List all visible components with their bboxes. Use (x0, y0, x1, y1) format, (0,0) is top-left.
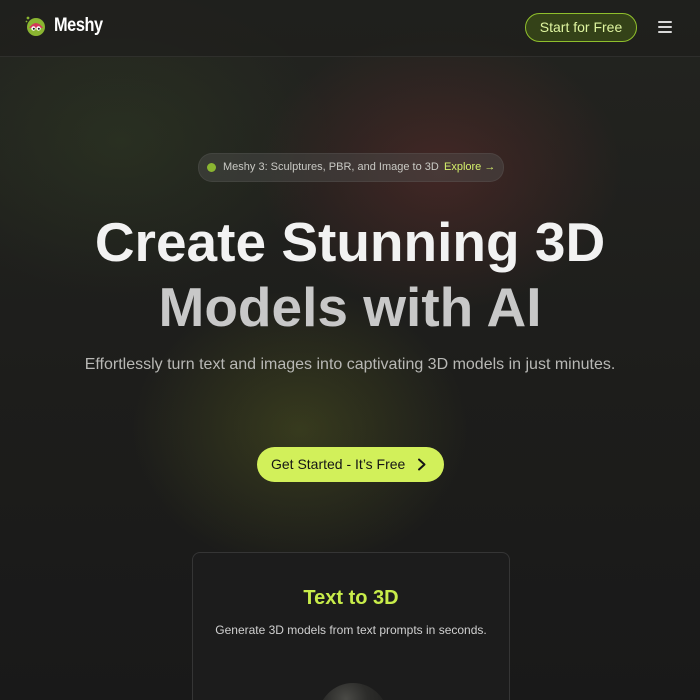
hero-subtitle: Effortlessly turn text and images into c… (84, 356, 616, 373)
start-for-free-button[interactable]: Start for Free (525, 13, 637, 42)
hero-title-line-2: Models with AI (158, 276, 542, 338)
text-to-3d-card[interactable]: Text to 3D Generate 3D models from text … (192, 552, 510, 700)
card-title: Text to 3D (303, 587, 399, 609)
hamburger-menu-icon[interactable] (658, 21, 672, 33)
status-dot-icon (207, 163, 216, 172)
explore-link[interactable]: Explore → (444, 154, 495, 181)
page: Meshy Start for Free Meshy 3: Sculptures… (0, 0, 700, 700)
card-description: Generate 3D models from text prompts in … (215, 623, 487, 637)
hero-title: Create Stunning 3D Models with AI (0, 210, 700, 340)
meshy-logo-icon (25, 16, 45, 36)
get-started-button[interactable]: Get Started - It’s Free (257, 447, 444, 482)
top-nav-bar: Meshy Start for Free (0, 0, 700, 57)
get-started-label: Get Started - It’s Free (271, 456, 406, 472)
brand-name: Meshy (54, 15, 103, 36)
announcement-pill[interactable]: Meshy 3: Sculptures, PBR, and Image to 3… (198, 153, 504, 182)
announcement-text: Meshy 3: Sculptures, PBR, and Image to 3… (223, 161, 439, 173)
brand-logo[interactable]: Meshy (24, 14, 111, 38)
chevron-right-icon (418, 458, 426, 471)
hero-title-line-1: Create Stunning 3D (94, 211, 606, 273)
model-preview-image (318, 683, 388, 700)
